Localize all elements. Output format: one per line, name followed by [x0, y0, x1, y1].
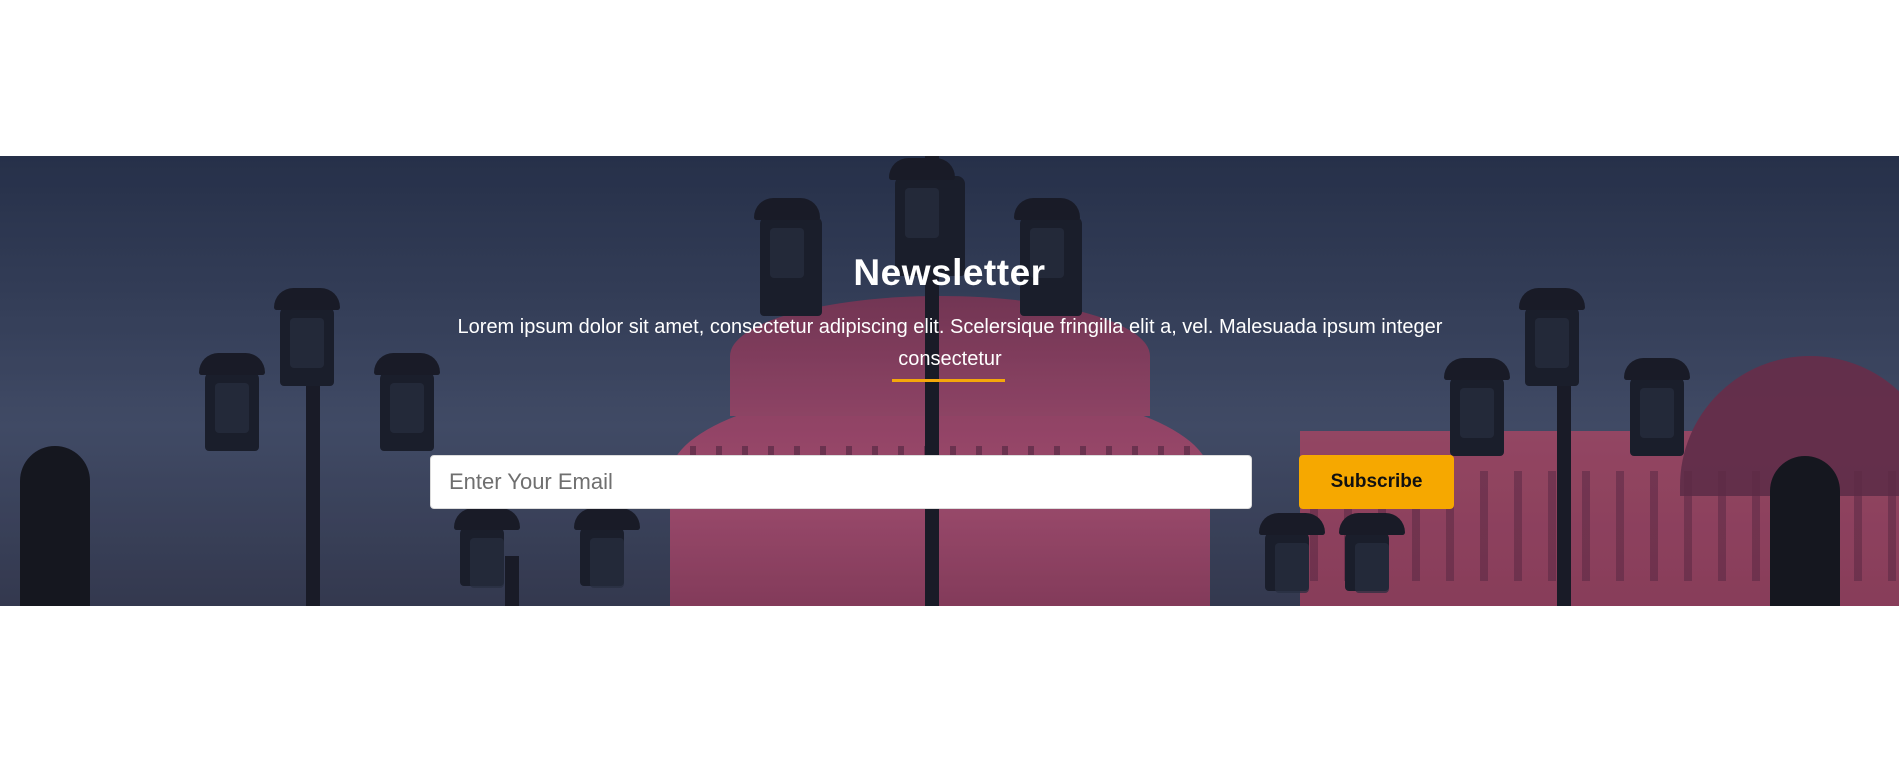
email-input[interactable]: [430, 455, 1252, 509]
title-underline: [892, 379, 1005, 382]
newsletter-content: Newsletter Lorem ipsum dolor sit amet, c…: [0, 156, 1899, 606]
subscribe-button[interactable]: Subscribe: [1299, 455, 1454, 509]
newsletter-description: Lorem ipsum dolor sit amet, consectetur …: [457, 316, 1443, 370]
newsletter-section: Newsletter Lorem ipsum dolor sit amet, c…: [0, 156, 1899, 606]
newsletter-title: Newsletter: [853, 252, 1046, 293]
